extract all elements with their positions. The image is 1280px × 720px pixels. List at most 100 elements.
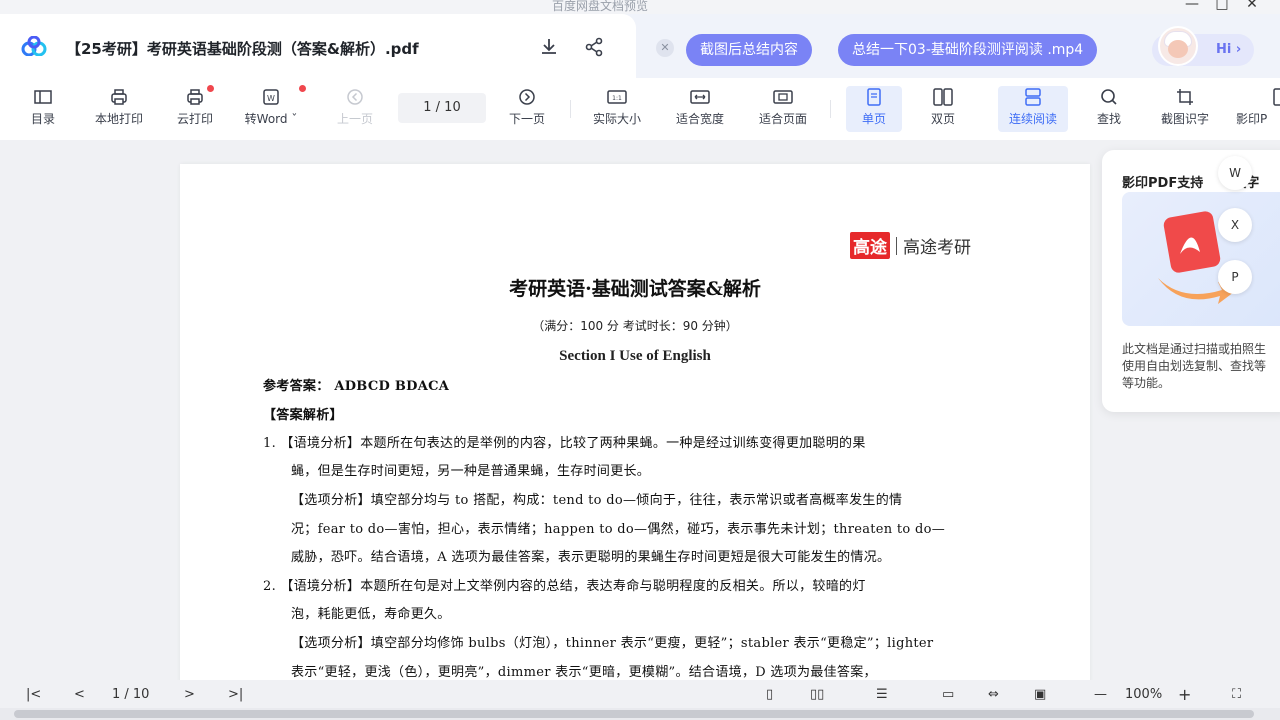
summary-screenshot-button[interactable]: 截图后总结内容	[686, 34, 812, 66]
toc-button[interactable]: 目录	[8, 86, 78, 132]
screenshot-ocr-button[interactable]: 截图识字	[1150, 86, 1220, 132]
zoom-out-icon[interactable]: —	[1094, 684, 1107, 704]
brand-logo: 高途 高途考研	[850, 232, 971, 259]
excel-convert-icon[interactable]: X	[1218, 208, 1252, 242]
promo-desc-line: 等功能。	[1122, 376, 1171, 390]
horizontal-scrollbar[interactable]	[0, 708, 1280, 720]
svg-text:W: W	[267, 94, 275, 103]
doc-text-line: 表示“更轻，更浅（色），更明亮”，dimmer 表示“更暗，更模糊”。结合语境，…	[291, 665, 877, 680]
last-page-icon[interactable]: >|	[228, 684, 243, 704]
scan-pdf-button[interactable]: 影印P	[1232, 86, 1280, 132]
doc-title: 考研英语·基础测试答案&解析	[509, 278, 761, 300]
bottom-page-indicator[interactable]: 1 / 10	[112, 684, 149, 704]
double-page-small-icon[interactable]: ▯▯	[810, 684, 824, 704]
window-title: 百度网盘文档预览	[551, 0, 648, 13]
actual-size-button[interactable]: 1:1 实际大小	[582, 86, 652, 132]
fit-width-small-icon[interactable]: ⇔	[988, 684, 999, 704]
close-window-icon[interactable]: ✕	[1240, 0, 1264, 12]
search-button[interactable]: 查找	[1074, 86, 1144, 132]
reference-answers: 参考答案： ADBCD BDACA	[263, 379, 450, 394]
file-header: 【25考研】考研英语基础阶段测（答案&解析）.pdf ✕ 截图后总结内容 总结一…	[0, 14, 1280, 78]
continuous-small-icon[interactable]: ☰	[876, 684, 888, 704]
cloud-print-button[interactable]: 云打印	[160, 86, 230, 132]
single-page-icon	[846, 86, 902, 108]
cloud-print-badge	[207, 85, 214, 92]
brand-divider	[896, 236, 897, 255]
baidu-netdisk-logo-icon	[21, 36, 47, 56]
prev-page-small-icon[interactable]: <	[74, 684, 85, 704]
to-word-button[interactable]: W 转Word ˇ	[236, 86, 306, 132]
fit-width-icon	[665, 86, 735, 108]
single-page-button[interactable]: 单页	[846, 86, 902, 132]
minimize-icon[interactable]: —	[1180, 0, 1204, 12]
doc-subtitle: （满分：100 分 考试时长：90 分钟）	[532, 319, 738, 333]
double-page-icon	[908, 86, 978, 108]
to-word-badge	[299, 85, 306, 92]
maximize-icon[interactable]: □	[1210, 0, 1234, 12]
brand-red-mark: 高途	[850, 232, 890, 259]
toc-icon	[8, 86, 78, 108]
doc-text-line: 【选项分析】填空部分均修饰 bulbs（灯泡），thinner 表示“更瘦，更轻…	[291, 636, 934, 651]
cloud-print-icon	[160, 86, 230, 108]
word-convert-icon[interactable]: W	[1218, 156, 1252, 190]
single-page-small-icon[interactable]: ▯	[766, 684, 773, 704]
screenshot-ocr-icon	[1150, 86, 1220, 108]
prev-page-button[interactable]: 上一页	[320, 86, 390, 132]
section-heading: Section I Use of English	[559, 348, 711, 364]
next-page-icon	[492, 86, 562, 108]
fit-page-icon	[748, 86, 818, 108]
brand-text: 高途考研	[903, 238, 971, 258]
doc-text-line: 况；fear to do—害怕，担心，表示情绪；happen to do—偶然，…	[291, 522, 946, 537]
double-page-button[interactable]: 双页	[908, 86, 978, 132]
svg-text:1:1: 1:1	[612, 95, 622, 102]
promo-desc-line: 此文档是通过扫描或拍照生	[1122, 342, 1267, 356]
document-page[interactable]: 高途 高途考研 考研英语·基础测试答案&解析 （满分：100 分 考试时长：90…	[180, 164, 1090, 684]
doc-text-line: 威胁，恐吓。结合语境，A 选项为最佳答案，表示更聪明的果蝇生存时间更短是很大可能…	[291, 550, 891, 565]
title-bar: 百度网盘文档预览 — □ ✕	[0, 0, 1280, 14]
first-page-icon[interactable]: |<	[26, 684, 41, 704]
fit-width-button[interactable]: 适合宽度	[665, 86, 735, 132]
doc-text-line: 【选项分析】填空部分均与 to 搭配，构成：tend to do—倾向于，往往，…	[291, 493, 903, 508]
share-icon[interactable]	[582, 35, 606, 59]
toolbar-divider	[570, 100, 571, 118]
page-number-input[interactable]: 1 / 10	[398, 93, 486, 123]
actual-size-small-icon[interactable]: ▭	[942, 684, 954, 704]
analysis-heading: 【答案解析】	[263, 408, 343, 423]
download-icon[interactable]	[537, 35, 561, 59]
local-print-button[interactable]: 本地打印	[84, 86, 154, 132]
video-summary-button[interactable]: 总结一下03-基础阶段测评阅读 .mp4	[838, 34, 1098, 66]
scan-pdf-icon	[1232, 86, 1280, 108]
file-tab: 【25考研】考研英语基础阶段测（答案&解析）.pdf	[0, 14, 636, 78]
fullscreen-icon[interactable]: ⛶	[1232, 684, 1241, 704]
bottom-bar: |< < 1 / 10 > >| ▯ ▯▯ ☰ ▭ ⇔ ▣ — 100% + ⛶	[0, 680, 1280, 708]
promo-illustration	[1122, 192, 1280, 326]
word-icon: W	[236, 86, 306, 108]
prev-page-icon	[320, 86, 390, 108]
next-page-small-icon[interactable]: >	[184, 684, 195, 704]
fit-page-button[interactable]: 适合页面	[748, 86, 818, 132]
zoom-in-icon[interactable]: +	[1178, 684, 1191, 704]
actual-size-icon: 1:1	[582, 86, 652, 108]
zoom-level[interactable]: 100%	[1125, 684, 1162, 704]
hi-label[interactable]: Hi ›	[1216, 42, 1241, 57]
file-name: 【25考研】考研英语基础阶段测（答案&解析）.pdf	[66, 40, 419, 58]
printer-icon	[84, 86, 154, 108]
doc-text-line: 蝇，但是生存时间更短，另一种是普通果蝇，生存时间更长。	[291, 464, 651, 479]
close-ai-bar-icon[interactable]: ✕	[656, 39, 674, 57]
fit-page-small-icon[interactable]: ▣	[1034, 684, 1046, 704]
pdf-illustration-icon	[1158, 211, 1234, 304]
continuous-icon	[998, 86, 1068, 108]
doc-text-line: 1. 【语境分析】本题所在句表达的是举例的内容，比较了两种果蝇。一种是经过训练变…	[263, 436, 866, 451]
continuous-read-button[interactable]: 连续阅读	[998, 86, 1068, 132]
doc-text-line: 泡，耗能更低，寿命更久。	[291, 607, 451, 622]
toolbar: 目录 本地打印 云打印 W 转Word ˇ 上一页 1 / 10 下一页 1:1…	[0, 78, 1280, 140]
ppt-convert-icon[interactable]: P	[1218, 260, 1252, 294]
scan-pdf-promo-panel: 影印PDF支持文字 此文档是通过扫描或拍照生 使用自由划选复制、查找等 等功能。	[1102, 150, 1280, 412]
doc-text-line: 2. 【语境分析】本题所在句是对上文举例内容的总结，表达寿命与聪明程度的反相关。…	[263, 579, 866, 594]
scrollbar-thumb[interactable]	[14, 710, 1254, 718]
avatar-face	[1168, 40, 1188, 58]
toolbar-divider	[830, 100, 831, 118]
assistant-avatar[interactable]	[1158, 26, 1198, 66]
next-page-button[interactable]: 下一页	[492, 86, 562, 132]
promo-desc-line: 使用自由划选复制、查找等	[1122, 359, 1267, 373]
